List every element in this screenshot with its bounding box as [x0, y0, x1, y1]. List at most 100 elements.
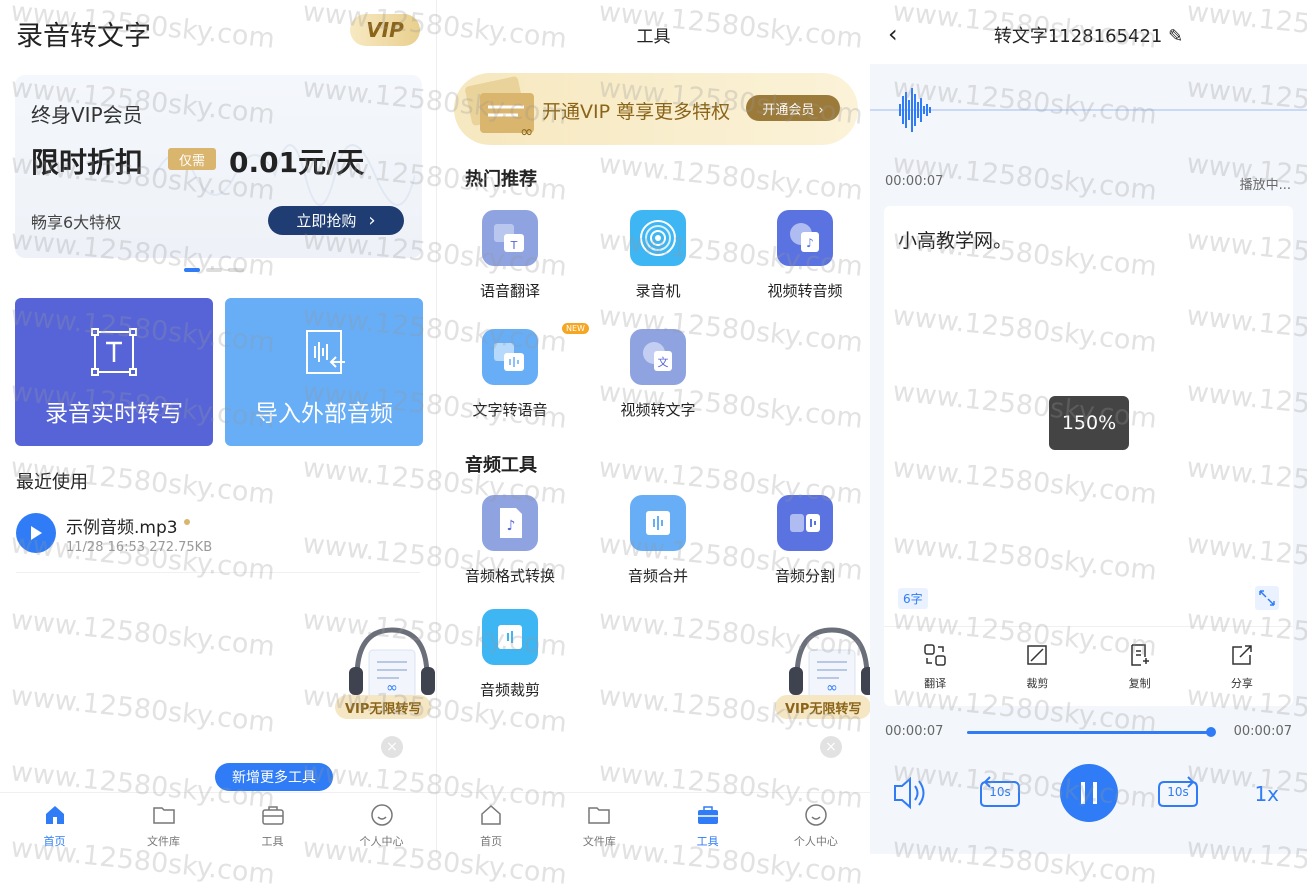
progress-fill: [967, 731, 1211, 734]
translate-icon: T: [482, 210, 538, 266]
tool-video-to-text[interactable]: 文 视频转文字: [598, 329, 718, 420]
expand-icon[interactable]: [1255, 586, 1279, 610]
hot-section-heading: 热门推荐: [465, 169, 537, 190]
rewind-label: 10s: [989, 785, 1011, 799]
import-audio-icon: [306, 330, 345, 374]
pause-button[interactable]: [1060, 764, 1118, 822]
new-badge: NEW: [562, 323, 589, 334]
tool-audio-split[interactable]: 音频分割: [745, 495, 865, 586]
record-realtime-label: 录音实时转写: [45, 401, 183, 427]
text-frame-icon: [91, 328, 137, 376]
tab-tools-label: 工具: [696, 835, 719, 848]
tab-tools[interactable]: 工具: [654, 793, 762, 854]
progress-bar[interactable]: [967, 727, 1216, 737]
audio-merge-icon: [630, 495, 686, 551]
translate-button[interactable]: 翻译: [884, 627, 986, 706]
tab-profile[interactable]: 个人中心: [762, 793, 870, 854]
tts-icon: NEW: [482, 323, 589, 385]
tab-home[interactable]: 首页: [437, 793, 545, 854]
tool-audio-trim[interactable]: 音频裁剪: [450, 609, 570, 700]
import-audio-button[interactable]: 导入外部音频: [225, 298, 423, 446]
transcript-actions: 翻译 裁剪 复制 分享: [884, 626, 1293, 706]
transcript-card: 小高教学网。 150% 6字 翻译 裁剪 复制 分享: [884, 206, 1293, 706]
tool-text-to-speech[interactable]: NEW 文字转语音: [450, 323, 589, 420]
tab-home[interactable]: 首页: [0, 793, 109, 854]
tool-label: 视频转文字: [620, 401, 696, 419]
tool-audio-convert[interactable]: ♪ 音频格式转换: [450, 495, 570, 586]
share-button[interactable]: 分享: [1191, 627, 1293, 706]
home-screen: 录音转文字 VIP 终身VIP会员 限时折扣 仅需 0.01元/天 畅享6大特权…: [0, 0, 436, 854]
page-title[interactable]: 转文字1128165421 ✎: [870, 22, 1307, 48]
tab-files[interactable]: 文件库: [545, 793, 653, 854]
bottom-tab-bar: 首页 文件库 工具 个人中心: [437, 792, 870, 854]
recent-heading: 最近使用: [16, 472, 88, 493]
record-realtime-button[interactable]: 录音实时转写: [15, 298, 213, 446]
svg-text:♪: ♪: [507, 518, 516, 534]
tool-label: 音频格式转换: [464, 567, 555, 585]
tool-recorder[interactable]: 录音机: [598, 210, 718, 301]
player-screen: ‹ 转文字1128165421 ✎ 00:00:07 播放中... 小高教学网。…: [870, 0, 1307, 854]
buy-now-button[interactable]: 立即抢购 ›: [268, 206, 404, 235]
recent-file-meta: 11/28 16:53 272.75KB: [66, 540, 213, 555]
copy-button[interactable]: 复制: [1089, 627, 1191, 706]
recent-file-name[interactable]: 示例音频.mp3: [66, 513, 178, 538]
volume-icon[interactable]: [890, 764, 930, 822]
tools-screen: 工具 ∞ 开通VIP 尊享更多特权 开通会员 › 热门推荐 T 语音翻译 录音机…: [436, 0, 870, 854]
vip-banner-text: 开通VIP 尊享更多特权: [542, 101, 731, 123]
video-audio-icon: ♪: [777, 210, 833, 266]
forward-label: 10s: [1167, 785, 1189, 799]
share-icon: [1232, 645, 1252, 665]
copy-icon: [1130, 644, 1149, 666]
toolbox-icon: [261, 806, 284, 825]
tab-tools[interactable]: 工具: [218, 793, 327, 854]
play-icon[interactable]: [16, 513, 56, 553]
tab-home-label: 首页: [43, 835, 66, 848]
vip-card-tag: 仅需: [168, 148, 216, 170]
tab-files[interactable]: 文件库: [109, 793, 218, 854]
crop-button[interactable]: 裁剪: [986, 627, 1088, 706]
action-label: 翻译: [924, 677, 947, 690]
vip-card-perks: 畅享6大特权: [31, 213, 122, 232]
playback-rate[interactable]: 1x: [1254, 782, 1279, 806]
bottom-tab-bar: 首页 文件库 工具 个人中心: [0, 792, 436, 854]
rewind-10s-button[interactable]: 10s: [978, 764, 1022, 822]
home-icon: [45, 806, 64, 824]
tool-label: 文字转语音: [472, 401, 548, 419]
tool-video-to-audio[interactable]: ♪ 视频转音频: [745, 210, 865, 301]
waveform[interactable]: [870, 66, 1307, 156]
unread-dot: [184, 519, 190, 525]
vip-card-price: 0.01元/天: [229, 146, 365, 179]
close-icon[interactable]: ×: [381, 736, 403, 758]
app-title: 录音转文字: [16, 21, 151, 52]
tool-audio-merge[interactable]: 音频合并: [598, 495, 718, 586]
vip-unlimited-pill[interactable]: VIP无限转写: [335, 695, 432, 719]
tab-profile[interactable]: 个人中心: [327, 793, 436, 854]
home-icon: [481, 804, 501, 825]
char-count-badge: 6字: [898, 588, 928, 609]
forward-10s-button[interactable]: 10s: [1156, 764, 1200, 822]
transcript-text[interactable]: 小高教学网。: [898, 226, 1012, 253]
open-vip-button[interactable]: 开通会员 ›: [746, 95, 840, 121]
carousel-dot-active: [184, 268, 200, 272]
close-icon[interactable]: ×: [820, 736, 842, 758]
vip-promo-card[interactable]: 终身VIP会员 限时折扣 仅需 0.01元/天 畅享6大特权 立即抢购 ›: [15, 75, 422, 258]
svg-text:♪: ♪: [806, 236, 814, 250]
tab-files-label: 文件库: [147, 835, 180, 848]
smiley-icon: [370, 804, 393, 826]
speed-overlay: 150%: [1049, 396, 1129, 450]
video-text-icon: 文: [630, 329, 686, 385]
vip-unlimited-pill[interactable]: VIP无限转写: [775, 695, 870, 719]
audio-section-heading: 音频工具: [465, 455, 537, 476]
vip-badge[interactable]: VIP: [350, 14, 420, 46]
buy-now-label: 立即抢购: [296, 212, 357, 230]
tool-voice-translate[interactable]: T 语音翻译: [450, 210, 570, 301]
carousel-dots: [184, 268, 244, 272]
vip-banner[interactable]: ∞ 开通VIP 尊享更多特权 开通会员 ›: [454, 73, 858, 145]
tool-label: 音频合并: [627, 567, 688, 585]
translate-icon: [924, 644, 946, 666]
progress-knob[interactable]: [1205, 727, 1216, 737]
play-status: 播放中...: [1239, 178, 1291, 193]
ticket-icon: ∞: [465, 76, 534, 141]
svg-text:∞: ∞: [826, 680, 838, 696]
divider: [16, 572, 420, 573]
